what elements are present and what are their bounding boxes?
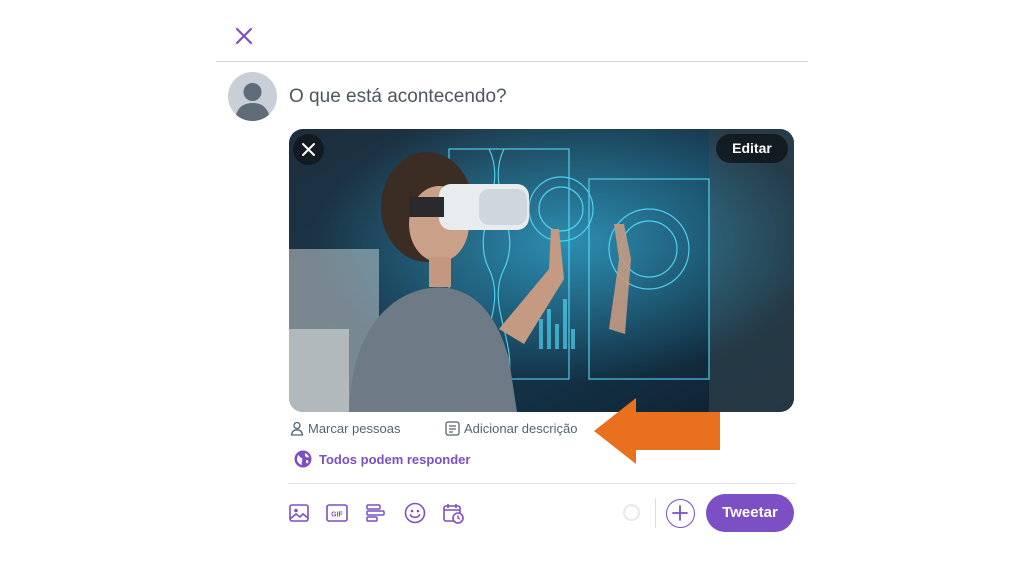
close-icon <box>235 27 253 45</box>
header-divider <box>216 61 808 62</box>
globe-icon <box>294 450 312 468</box>
add-description-label: Adicionar descrição <box>464 420 578 436</box>
document-icon <box>445 420 460 436</box>
media-preview-image <box>289 129 794 412</box>
close-modal-button[interactable] <box>230 22 258 50</box>
remove-media-button[interactable] <box>293 134 324 165</box>
emoji-icon <box>404 502 426 524</box>
tag-people-label: Marcar pessoas <box>308 420 401 436</box>
emoji-button[interactable] <box>403 501 427 525</box>
character-counter <box>623 504 640 521</box>
reply-setting-label: Todos podem responder <box>319 451 471 467</box>
default-avatar-icon <box>235 83 270 121</box>
reply-setting-button[interactable]: Todos podem responder <box>294 450 470 468</box>
poll-button[interactable] <box>364 501 388 525</box>
gif-button[interactable]: GIF <box>325 501 349 525</box>
close-icon <box>302 143 315 156</box>
tweet-button[interactable]: Tweetar <box>706 494 794 532</box>
person-icon <box>290 421 304 436</box>
plus-icon <box>672 505 688 521</box>
poll-icon <box>366 504 385 522</box>
toolbar-separator <box>655 498 656 528</box>
edit-media-button[interactable]: Editar <box>716 134 788 163</box>
schedule-icon <box>443 504 464 524</box>
add-tweet-button[interactable] <box>666 499 695 528</box>
toolbar-divider <box>288 483 796 484</box>
annotation-arrow <box>594 398 720 464</box>
image-icon <box>289 504 309 522</box>
avatar[interactable] <box>228 72 277 121</box>
tag-people-button[interactable]: Marcar pessoas <box>290 419 400 437</box>
add-description-button[interactable]: Adicionar descrição <box>445 419 577 437</box>
schedule-button[interactable] <box>441 501 465 525</box>
media-button[interactable] <box>287 501 311 525</box>
tweet-text-input[interactable]: O que está acontecendo? <box>289 86 507 108</box>
gif-icon: GIF <box>326 504 348 522</box>
svg-text:GIF: GIF <box>331 512 343 519</box>
